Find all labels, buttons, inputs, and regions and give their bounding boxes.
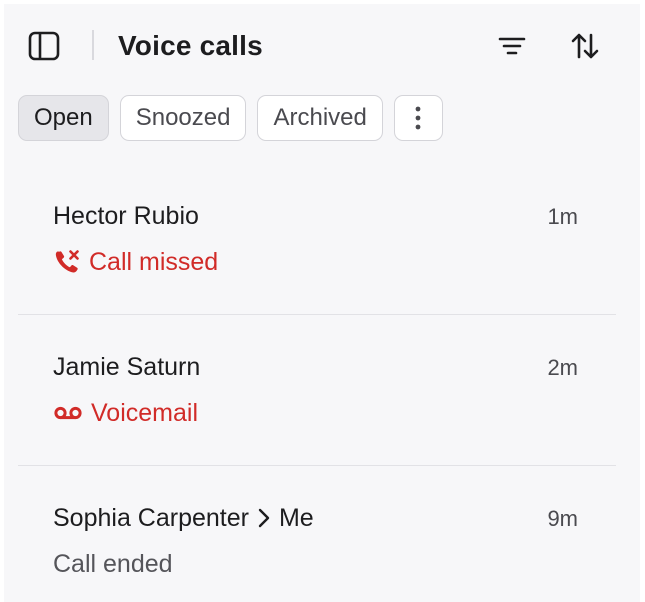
chevron-right-icon	[257, 507, 271, 529]
recipient-name: Me	[278, 504, 314, 532]
call-status-text: Voicemail	[91, 399, 198, 427]
panel-header: Voice calls	[4, 4, 640, 88]
status-tabs: Open Snoozed Archived	[18, 95, 443, 141]
tab-open-label: Open	[34, 104, 93, 131]
call-status: Voicemail	[53, 397, 198, 429]
call-status: Call ended	[53, 548, 173, 580]
voice-calls-panel: Voice calls Open Snoozed Archived Hector…	[4, 4, 640, 602]
filter-button[interactable]	[494, 28, 530, 64]
header-divider	[92, 30, 94, 60]
call-list: Hector Rubio 1m Call missed Jamie Saturn…	[18, 164, 616, 602]
phone-missed-icon	[53, 248, 81, 276]
caller-name: Jamie Saturn	[53, 353, 201, 381]
sort-icon	[571, 33, 599, 59]
caller-name: Hector Rubio	[53, 202, 199, 230]
call-time: 1m	[547, 204, 578, 229]
sort-button[interactable]	[567, 28, 603, 64]
voicemail-icon	[53, 403, 83, 423]
more-options-button[interactable]	[393, 95, 443, 141]
call-time: 9m	[547, 506, 578, 531]
call-row-hector-rubio[interactable]: Hector Rubio 1m Call missed	[18, 164, 616, 314]
tab-open[interactable]: Open	[18, 95, 109, 141]
call-time: 2m	[547, 355, 578, 380]
page-title: Voice calls	[118, 30, 263, 61]
caller-name: Sophia Carpenter	[53, 504, 249, 532]
more-vertical-icon	[415, 106, 421, 130]
tab-snoozed[interactable]: Snoozed	[119, 95, 247, 141]
tab-snoozed-label: Snoozed	[135, 104, 231, 131]
tab-archived[interactable]: Archived	[257, 95, 383, 141]
tab-archived-label: Archived	[273, 104, 367, 131]
call-status-text: Call ended	[53, 550, 173, 578]
call-status: Call missed	[53, 246, 218, 278]
call-row-jamie-saturn[interactable]: Jamie Saturn 2m Voicemail	[18, 314, 616, 465]
caller-name-group: Sophia Carpenter Me	[53, 502, 314, 534]
sidebar-toggle-button[interactable]	[26, 28, 62, 64]
filter-icon	[498, 37, 526, 55]
call-status-text: Call missed	[89, 248, 219, 276]
call-row-sophia-carpenter[interactable]: Sophia Carpenter Me 9m Call ended	[18, 465, 616, 602]
sidebar-toggle-icon	[28, 31, 60, 61]
